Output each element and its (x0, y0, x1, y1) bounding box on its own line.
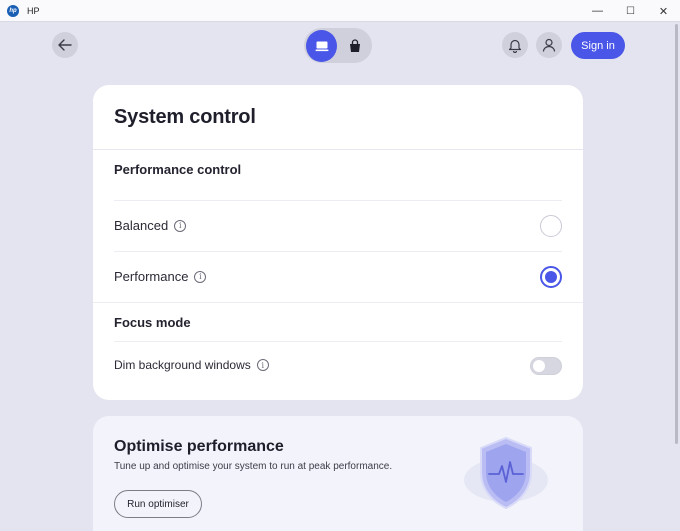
divider (114, 200, 562, 201)
optimise-title: Optimise performance (114, 438, 284, 455)
window-title: HP (27, 5, 40, 16)
system-control-card: System control Performance control Balan… (93, 85, 583, 400)
notifications-button[interactable] (502, 32, 528, 58)
divider (114, 341, 562, 342)
account-button[interactable] (536, 32, 562, 58)
sign-in-button[interactable]: Sign in (571, 32, 625, 59)
divider (114, 251, 562, 252)
dim-background-toggle[interactable] (530, 357, 562, 375)
performance-control-heading: Performance control (114, 162, 242, 177)
hp-logo-text: hp (9, 7, 17, 14)
performance-option[interactable]: Performance i (114, 269, 207, 284)
performance-radio[interactable] (540, 266, 562, 288)
hp-logo-icon: hp (7, 4, 19, 17)
back-button[interactable] (52, 32, 78, 58)
window-controls: — ☐ ✕ (581, 0, 680, 22)
balanced-option[interactable]: Balanced i (114, 218, 187, 233)
shield-pulse-icon (464, 436, 548, 510)
page-title: System control (114, 106, 256, 128)
divider (93, 302, 583, 303)
divider (93, 149, 583, 150)
shopping-bag-icon (349, 38, 360, 52)
dim-background-label: Dim background windows (114, 358, 251, 372)
dim-background-row: Dim background windows i (114, 358, 269, 372)
tab-shop[interactable] (339, 30, 370, 62)
arrow-left-icon (58, 39, 72, 51)
device-shop-switch (304, 28, 372, 63)
focus-mode-heading: Focus mode (114, 315, 191, 330)
tab-devices[interactable] (306, 29, 337, 62)
user-icon (542, 38, 556, 52)
run-optimiser-button[interactable]: Run optimiser (114, 490, 202, 518)
performance-label: Performance (114, 269, 189, 284)
title-bar: hp HP — ☐ ✕ (0, 0, 680, 22)
bell-icon (508, 39, 522, 53)
laptop-icon (315, 41, 328, 51)
info-icon[interactable]: i (256, 359, 269, 371)
close-button[interactable]: ✕ (647, 0, 680, 22)
scrollbar[interactable] (675, 24, 678, 444)
optimise-performance-card: Optimise performance Tune up and optimis… (93, 416, 583, 531)
info-icon[interactable]: i (174, 219, 187, 232)
balanced-label: Balanced (114, 218, 169, 233)
optimise-description: Tune up and optimise your system to run … (114, 461, 393, 472)
maximize-button[interactable]: ☐ (614, 0, 647, 22)
balanced-radio[interactable] (540, 215, 562, 237)
minimize-button[interactable]: — (581, 0, 614, 22)
info-icon[interactable]: i (194, 270, 207, 283)
